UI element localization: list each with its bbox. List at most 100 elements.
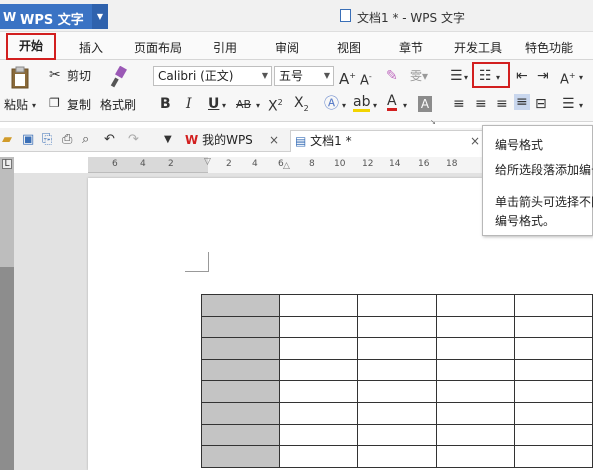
tab-developer[interactable]: 开发工具 [454,39,502,56]
format-painter-button[interactable]: 格式刷 [100,96,136,113]
underline-icon[interactable]: U [208,96,219,112]
justify-icon[interactable]: ≡ [514,94,530,110]
paste-label[interactable]: 粘贴 [4,96,28,113]
clear-format-icon[interactable]: ✎ [386,68,398,84]
copy-button[interactable]: 复制 [67,96,91,113]
table-cell[interactable] [435,445,515,468]
print-icon[interactable]: ⎙ [62,133,72,147]
shrink-font-icon[interactable]: A- [360,69,372,89]
table-cell[interactable] [200,423,281,447]
table-cell[interactable] [279,358,359,382]
table-cell[interactable] [200,380,281,403]
table-cell[interactable] [513,337,593,360]
table-cell[interactable] [435,401,515,425]
character-shading-icon[interactable]: A [418,96,432,112]
table-cell[interactable] [435,294,515,317]
table-cell[interactable] [279,380,359,403]
open-folder-icon[interactable]: ▰ [2,133,12,147]
superscript-icon[interactable]: X2 [268,95,283,115]
table-cell[interactable] [513,380,593,403]
numbered-list-dropdown-icon[interactable]: ▾ [496,70,500,86]
table-cell[interactable] [279,401,359,425]
tab-page-layout[interactable]: 页面布局 [134,39,182,56]
export-pdf-icon[interactable]: ⎘ [42,133,52,147]
table-cell[interactable] [357,380,437,403]
table-cell[interactable] [357,445,437,468]
subscript-icon[interactable]: X2 [294,95,309,117]
font-color-icon[interactable]: A [387,94,397,111]
table-cell[interactable] [513,401,593,425]
distributed-align-icon[interactable]: ⊟ [535,96,547,112]
table-cell[interactable] [279,294,359,317]
print-preview-icon[interactable]: ⌕ [82,133,89,147]
table-cell[interactable] [357,358,437,382]
underline-dropdown-icon[interactable]: ▾ [222,98,226,114]
table-cell[interactable] [357,315,437,339]
table-cell[interactable] [357,401,437,425]
table-cell[interactable] [435,423,515,447]
tab-references[interactable]: 引用 [213,39,237,56]
tab-my-wps[interactable]: W 我的WPS × [185,130,283,152]
align-left-icon[interactable]: ≡ [453,96,465,112]
close-icon[interactable]: × [470,131,480,151]
right-indent-marker-icon[interactable]: △ [283,161,290,171]
strikethrough-icon[interactable]: AB [236,97,251,113]
tab-home[interactable]: 开始 [6,33,56,60]
italic-icon[interactable]: I [186,96,192,112]
table-cell[interactable] [279,315,359,339]
chinese-layout-dropdown-icon[interactable]: ▾ [579,70,583,86]
tab-insert[interactable]: 插入 [79,39,103,56]
redo-icon[interactable]: ↷ [128,133,139,147]
cut-button[interactable]: 剪切 [67,67,91,84]
close-icon[interactable]: × [269,130,279,150]
align-center-icon[interactable]: ≡ [475,96,487,112]
table-cell[interactable] [200,337,281,360]
line-spacing-icon[interactable]: ☰ [562,96,575,112]
align-right-icon[interactable]: ≡ [496,96,508,112]
document-table[interactable] [200,294,593,468]
customize-toolbar-icon[interactable]: ▼ [164,133,172,147]
table-cell[interactable] [200,358,281,382]
tab-review[interactable]: 审阅 [275,39,299,56]
indent-marker-icon[interactable]: ▽ [204,157,211,167]
table-cell[interactable] [513,358,593,382]
bullet-list-icon[interactable]: ☰ [450,68,463,84]
highlight-dropdown-icon[interactable]: ▾ [373,98,377,114]
line-spacing-dropdown-icon[interactable]: ▾ [579,98,583,114]
undo-icon[interactable]: ↶ [104,133,115,147]
tab-view[interactable]: 视图 [337,39,361,56]
table-cell[interactable] [279,423,359,447]
font-name-select[interactable]: Calibri (正文) ▼ [153,66,272,86]
table-cell[interactable] [200,401,281,425]
font-size-select[interactable]: 五号 ▼ [274,66,334,86]
numbered-list-icon[interactable]: ☷ [479,68,492,84]
font-color-dropdown-icon[interactable]: ▾ [403,98,407,114]
table-cell[interactable] [435,315,515,339]
save-icon[interactable]: ▣ [22,133,34,147]
table-cell[interactable] [357,294,437,317]
table-cell[interactable] [357,423,437,447]
table-cell[interactable] [513,315,593,339]
tab-stop-selector[interactable]: L [2,159,12,169]
table-cell[interactable] [513,294,593,317]
bullet-list-dropdown-icon[interactable]: ▾ [464,70,468,86]
table-cell[interactable] [357,337,437,360]
grow-font-icon[interactable]: A+ [339,68,356,87]
table-cell[interactable] [435,337,515,360]
paste-dropdown-icon[interactable]: ▾ [32,98,36,114]
bold-icon[interactable]: B [160,96,171,112]
increase-indent-icon[interactable]: ⇥ [537,68,549,84]
decrease-indent-icon[interactable]: ⇤ [516,68,528,84]
tab-special-features[interactable]: 特色功能 [525,39,573,56]
table-cell[interactable] [200,315,281,339]
table-cell[interactable] [279,445,359,468]
tab-document[interactable]: ▤ 文档1 * × [290,130,485,152]
text-effect-icon[interactable]: Ⓐ [324,95,339,111]
table-cell[interactable] [435,380,515,403]
table-cell[interactable] [200,445,281,468]
table-cell[interactable] [200,294,281,317]
chinese-layout-icon[interactable]: A+ [560,68,576,88]
text-effect-dropdown-icon[interactable]: ▾ [342,98,346,114]
table-cell[interactable] [513,423,593,447]
table-cell[interactable] [279,337,359,360]
